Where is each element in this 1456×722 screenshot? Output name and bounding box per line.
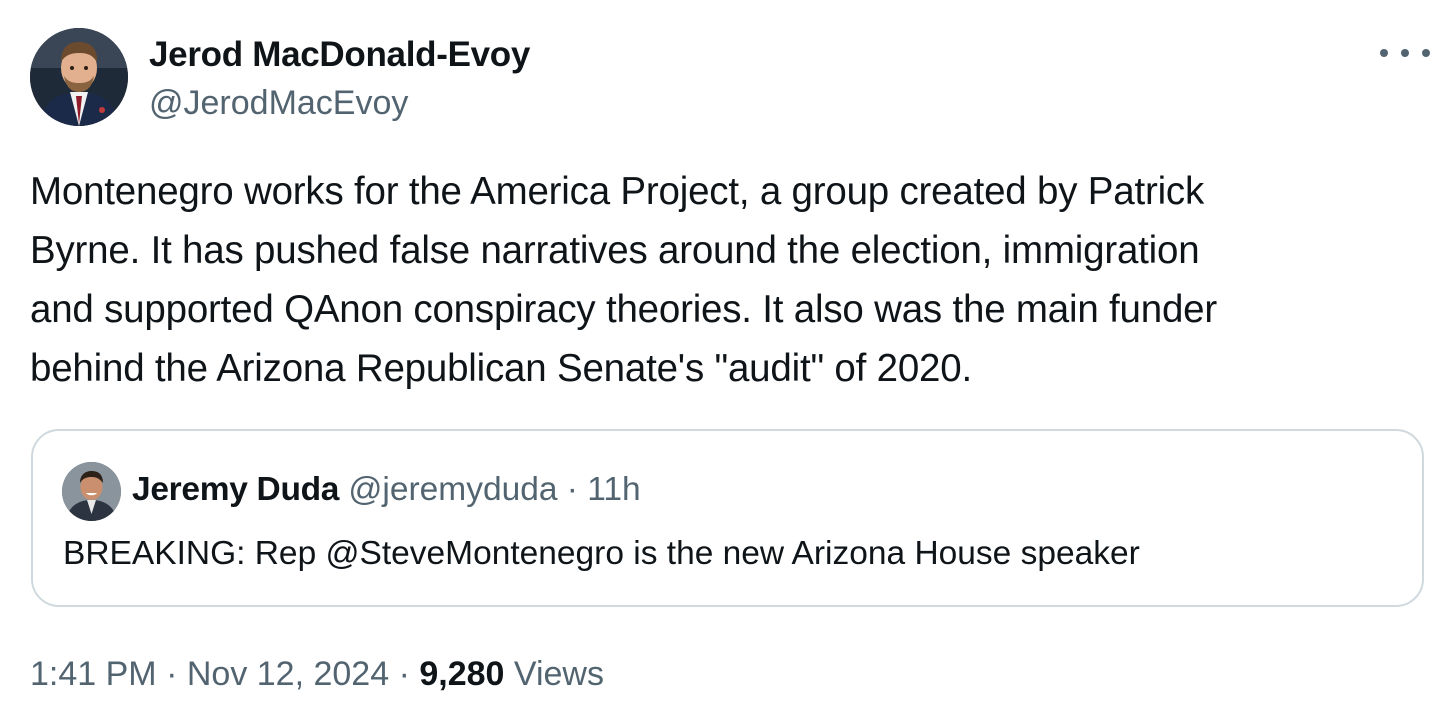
tweet-text: Montenegro works for the America Project… (30, 170, 1218, 390)
quote-text: BREAKING: Rep @SteveMontenegro is the ne… (63, 535, 1140, 572)
author-avatar-image (30, 28, 128, 126)
more-dot (1380, 49, 1388, 57)
tweet-date[interactable]: Nov 12, 2024 (187, 655, 389, 693)
more-menu-icon[interactable] (1380, 40, 1430, 66)
author-name[interactable]: Jerod MacDonald-Evoy (149, 34, 530, 76)
quote-avatar-image (62, 462, 121, 521)
quote-author-name[interactable]: Jeremy Duda (132, 471, 339, 508)
quote-avatar[interactable] (62, 462, 121, 521)
tweet-meta: 1:41 PM · Nov 12, 2024 · 9,280 Views (30, 653, 604, 695)
author-handle[interactable]: @JerodMacEvoy (149, 82, 408, 124)
tweet-card: Jerod MacDonald-Evoy @JerodMacEvoy Monte… (0, 0, 1456, 722)
quote-author-handle[interactable]: @jeremyduda (348, 471, 557, 508)
quote-timestamp[interactable]: 11h (587, 471, 640, 508)
quote-header: Jeremy Duda @jeremyduda · 11h (132, 469, 641, 511)
quoted-tweet[interactable]: Jeremy Duda @jeremyduda · 11h BREAKING: … (31, 429, 1424, 607)
more-dot (1401, 49, 1409, 57)
views-label: Views (513, 655, 604, 693)
quote-separator: · (566, 471, 578, 508)
meta-separator: · (166, 655, 178, 693)
views-count: 9,280 (419, 655, 505, 693)
author-avatar[interactable] (30, 28, 128, 126)
meta-separator: · (398, 655, 410, 693)
more-dot (1422, 49, 1430, 57)
tweet-time[interactable]: 1:41 PM (30, 655, 157, 693)
